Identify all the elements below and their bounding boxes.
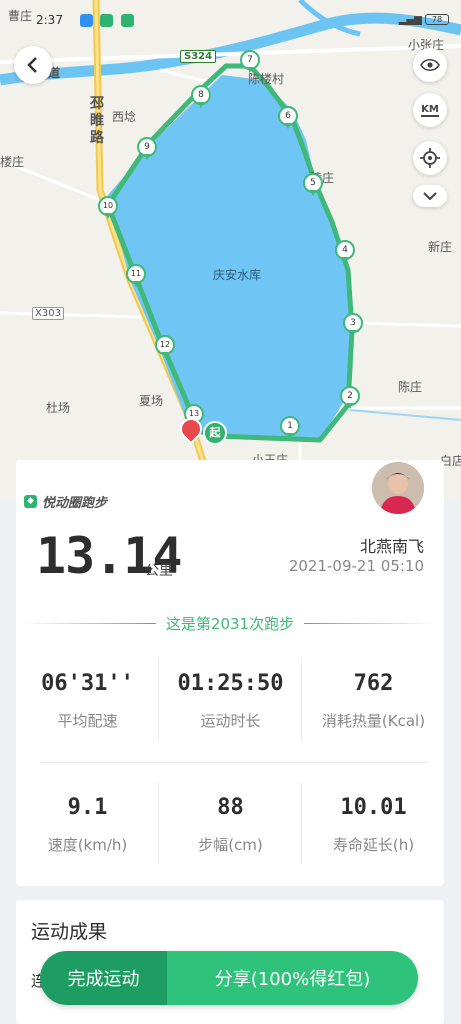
expand-controls-button[interactable] bbox=[413, 185, 447, 207]
km-marker-3[interactable]: 3 bbox=[343, 313, 363, 339]
back-button[interactable] bbox=[14, 46, 52, 84]
km-marker-1[interactable]: 1 bbox=[280, 416, 300, 442]
bottom-action-bar: 完成运动 分享(100%得红包) bbox=[40, 951, 418, 1005]
share-button[interactable]: 分享(100%得红包) bbox=[167, 951, 418, 1005]
km-marker-11[interactable]: 11 bbox=[126, 264, 146, 290]
divider-right bbox=[304, 622, 436, 624]
km-marker-12[interactable]: 12 bbox=[155, 335, 175, 361]
yuedong-notification-icon bbox=[100, 14, 113, 27]
stat-stride-value: 88 bbox=[217, 795, 244, 820]
eye-icon bbox=[420, 58, 440, 72]
km-marker-5[interactable]: 5 bbox=[303, 173, 323, 199]
achievements-title: 运动成果 bbox=[31, 921, 108, 943]
toggle-visibility-button[interactable] bbox=[413, 48, 447, 82]
status-bar: 2:37 ▂▄▆ 78 bbox=[0, 8, 461, 30]
place-chenzhuang: 陈庄 bbox=[398, 380, 423, 394]
battery-icon: 78 bbox=[425, 14, 449, 25]
km-toggle-button[interactable]: KM bbox=[413, 93, 447, 127]
app-notification-icon bbox=[80, 14, 93, 27]
km-marker-8[interactable]: 8 bbox=[191, 85, 211, 111]
status-right: ▂▄▆ 78 bbox=[399, 14, 449, 26]
stat-life-extension: 10.01 寿命延长(h) bbox=[302, 795, 445, 855]
stat-speed-label: 速度(km/h) bbox=[47, 836, 128, 854]
stat-calories-label: 消耗热量(Kcal) bbox=[321, 712, 426, 730]
run-count-line: 这是第2031次跑步 bbox=[24, 612, 436, 634]
status-time: 2:37 bbox=[36, 13, 63, 27]
back-arrow-icon bbox=[27, 57, 37, 73]
km-marker-9[interactable]: 9 bbox=[137, 137, 157, 163]
place-xinzhuang: 新庄 bbox=[428, 240, 453, 254]
road-x303-label: X303 bbox=[32, 307, 64, 320]
stat-calories-value: 762 bbox=[353, 671, 394, 696]
distance-unit: 公里 bbox=[145, 563, 173, 579]
map-base bbox=[0, 0, 461, 500]
place-xiachang: 夏场 bbox=[139, 394, 164, 408]
km-icon: KM bbox=[421, 103, 439, 117]
user-name: 北燕南飞 bbox=[359, 537, 424, 556]
stat-duration-value: 01:25:50 bbox=[177, 671, 284, 696]
brand: ◆ 悦动圈跑步 bbox=[24, 492, 107, 511]
yuedong-logo-icon: ◆ bbox=[24, 495, 37, 508]
yuedong-notification-icon-2 bbox=[121, 14, 134, 27]
km-marker-4[interactable]: 4 bbox=[335, 240, 355, 266]
stat-stride: 88 步幅(cm) bbox=[159, 795, 302, 855]
stat-life-extension-value: 10.01 bbox=[340, 795, 407, 820]
stat-speed-value: 9.1 bbox=[67, 795, 108, 820]
finish-workout-button[interactable]: 完成运动 bbox=[40, 951, 167, 1005]
stat-pace-value: 06'31'' bbox=[41, 671, 134, 696]
place-duchang: 杜场 bbox=[46, 401, 71, 415]
locate-icon bbox=[420, 148, 440, 168]
stat-pace: 06'31'' 平均配速 bbox=[16, 671, 159, 731]
place-xiling: 西埝 bbox=[112, 110, 137, 124]
run-datetime: 2021-09-21 05:10 bbox=[288, 557, 424, 575]
run-count-text: 这是第2031次跑步 bbox=[165, 614, 295, 633]
stat-stride-label: 步幅(cm) bbox=[198, 836, 263, 854]
stat-life-extension-label: 寿命延长(h) bbox=[332, 836, 415, 854]
avatar-image bbox=[372, 462, 424, 514]
road-vertical-label: 邳睢路 bbox=[90, 96, 104, 146]
stat-duration-label: 运动时长 bbox=[200, 712, 261, 730]
stat-row-divider bbox=[40, 762, 428, 763]
signal-icon: ▂▄▆ bbox=[398, 14, 422, 26]
stat-calories: 762 消耗热量(Kcal) bbox=[302, 671, 445, 731]
reservoir-label: 庆安水库 bbox=[213, 268, 262, 282]
km-marker-10[interactable]: 10 bbox=[98, 196, 118, 222]
stat-duration: 01:25:50 运动时长 bbox=[159, 671, 302, 731]
locate-button[interactable] bbox=[413, 141, 447, 175]
divider-left bbox=[24, 622, 156, 624]
place-left-edge: 楼庄 bbox=[0, 155, 25, 169]
km-marker-2[interactable]: 2 bbox=[340, 386, 360, 412]
start-marker[interactable]: 起 bbox=[203, 421, 227, 445]
chevron-down-icon bbox=[423, 192, 437, 200]
stat-pace-label: 平均配速 bbox=[57, 712, 118, 730]
avatar[interactable] bbox=[370, 460, 426, 516]
brand-name: 悦动圈跑步 bbox=[42, 496, 108, 511]
km-marker-6[interactable]: 6 bbox=[278, 106, 298, 132]
road-s324-label: S324 bbox=[180, 50, 217, 63]
km-marker-7[interactable]: 7 bbox=[240, 50, 260, 76]
stat-speed: 9.1 速度(km/h) bbox=[16, 795, 159, 855]
route-map[interactable]: S324 X303 邳睢路 道 曹庄 小张庄 西埝 陈楼村 陵庄 新庄 楼庄 杜… bbox=[0, 0, 461, 500]
